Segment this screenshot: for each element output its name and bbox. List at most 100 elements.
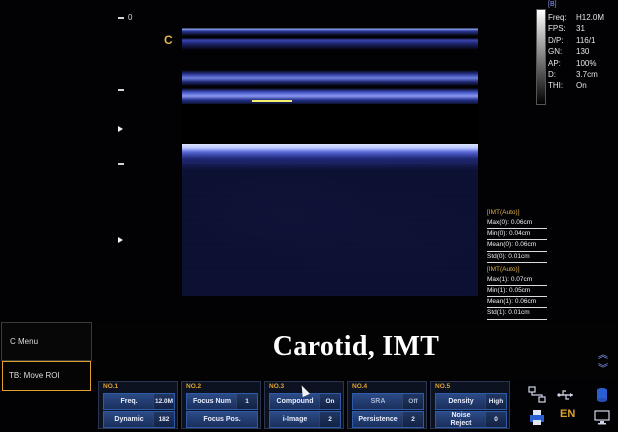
density-control[interactable]: Density High — [435, 393, 507, 410]
exam-title: Carotid, IMT — [272, 331, 440, 362]
focus-marker-icon — [118, 237, 123, 243]
chevron-up-icon[interactable]: ︽ — [598, 346, 608, 361]
param-key: GN: — [548, 47, 563, 57]
ultrasound-screen: 0 C [B] Freq: H12.0M FPS: 31 D/P: 116/1 GN:… — [0, 0, 618, 431]
control-value: 2 — [319, 412, 340, 427]
gray-scale-bar — [536, 9, 546, 105]
network-icon[interactable] — [527, 385, 547, 405]
depth-scale: 0 — [118, 10, 138, 270]
control-value: 1 — [236, 394, 257, 409]
param-value: 31 — [576, 24, 585, 34]
imt-value: Std(0): 0.01cm — [487, 252, 547, 263]
imt-value: Mean(1): 0.06cm — [487, 297, 547, 309]
chevron-down-icon[interactable]: ︾ — [598, 360, 608, 375]
control-value: 2 — [402, 412, 423, 427]
control-label: Dynamic — [114, 416, 144, 423]
panel-number: NO.4 — [352, 383, 368, 390]
imt-group: [IMT(Auto)] Max(0): 0.06cm Min(0): 0.04c… — [487, 208, 547, 263]
control-value: On — [319, 394, 340, 409]
control-label: Compound — [276, 398, 314, 405]
trackball-move-roi-button[interactable]: TB: Move ROI — [2, 361, 91, 391]
imt-group: [IMT(Auto)] Max(1): 0.07cm Min(1): 0.05c… — [487, 265, 547, 320]
orientation-marker: C — [164, 33, 173, 47]
param-key: Freq: — [548, 13, 567, 22]
imt-value: Mean(0): 0.06cm — [487, 240, 547, 252]
far-wall-tissue — [182, 144, 478, 296]
param-value: 3.7cm — [576, 69, 598, 79]
param-row: THI: On — [548, 80, 618, 91]
vessel-lumen — [182, 104, 478, 144]
i-image-control[interactable]: i-Image 2 — [269, 411, 341, 428]
control-value: 0 — [485, 412, 506, 427]
param-row: Freq: H12.0M — [548, 12, 618, 23]
soft-key-panel-4: NO.4 SRA Off Persistence 2 — [347, 381, 427, 429]
disk-icon[interactable] — [592, 385, 612, 405]
near-wall-tissue — [182, 22, 478, 114]
panel-number: NO.1 — [103, 383, 119, 390]
depth-tick — [118, 17, 124, 19]
control-label: SRA — [370, 398, 386, 405]
depth-tick — [118, 163, 124, 165]
trackball-move-roi-label: TB: Move ROI — [9, 371, 60, 380]
imt-value: Max(0): 0.06cm — [487, 218, 547, 230]
param-key: THI: — [548, 81, 564, 91]
imaging-parameters: Freq: H12.0M FPS: 31 D/P: 116/1 GN: 130 AP: 1… — [548, 12, 618, 92]
imt-trace-line — [252, 100, 292, 102]
param-key: D/P: — [548, 35, 564, 45]
param-row: GN: 130 — [548, 46, 618, 57]
c-menu-label: C Menu — [10, 337, 39, 346]
printer-icon[interactable] — [527, 407, 547, 427]
control-label: Focus Num — [192, 398, 232, 405]
param-row: D: 3.7cm — [548, 69, 618, 80]
param-key: FPS: — [548, 24, 566, 34]
focus-marker-icon — [118, 126, 123, 132]
param-row: FPS: 31 — [548, 23, 618, 34]
param-value: On — [576, 81, 587, 91]
ultrasound-image[interactable] — [182, 14, 478, 296]
soft-key-panel-2: NO.2 Focus Num 1 Focus Pos. — [181, 381, 261, 429]
param-row: D/P: 116/1 — [548, 35, 618, 46]
panel-number: NO.5 — [435, 383, 451, 390]
imt-value: Max(1): 0.07cm — [487, 275, 547, 286]
imt-title: [IMT(Auto)] — [487, 265, 520, 273]
persistence-control[interactable]: Persistence 2 — [352, 411, 424, 428]
soft-key-panel-5: NO.5 Density High Noise Reject 0 — [430, 381, 510, 429]
panel-number: NO.2 — [186, 383, 202, 390]
control-label: Freq. — [120, 398, 138, 405]
monitor-icon[interactable] — [592, 407, 612, 427]
c-menu-button[interactable]: C Menu — [1, 322, 92, 361]
control-value: 182 — [153, 412, 174, 427]
control-label: Persistence — [358, 416, 398, 423]
soft-key-panel-1: NO.1 Freq. 12.0M Dynamic 182 — [98, 381, 178, 429]
usb-icon[interactable] — [556, 385, 576, 405]
param-key: D: — [548, 69, 556, 79]
param-key: AP: — [548, 58, 561, 68]
depth-tick — [118, 89, 124, 91]
freq-control[interactable]: Freq. 12.0M — [103, 393, 175, 410]
control-value: Off — [402, 394, 423, 409]
param-value: 130 — [576, 47, 590, 57]
sra-control[interactable]: SRA Off — [352, 393, 424, 410]
control-label: Focus Pos. — [203, 416, 241, 423]
imt-title: [IMT(Auto)] — [487, 209, 520, 216]
control-label: Density — [448, 398, 474, 405]
control-label: i-Image — [282, 416, 308, 423]
imt-value: Std(1): 0.01cm — [487, 308, 547, 320]
imt-value: Min(1): 0.05cm — [487, 286, 547, 298]
focus-num-control[interactable]: Focus Num 1 — [186, 393, 258, 410]
depth-zero-label: 0 — [128, 13, 133, 22]
gray-bar-label: [B] — [548, 1, 557, 8]
imt-value: Min(0): 0.04cm — [487, 229, 547, 241]
dynamic-control[interactable]: Dynamic 182 — [103, 411, 175, 428]
title-area: Carotid, IMT — [96, 323, 616, 379]
control-value: High — [485, 394, 506, 409]
focus-pos-control[interactable]: Focus Pos. — [186, 411, 258, 428]
language-indicator[interactable]: EN — [560, 408, 580, 428]
control-value: 12.0M — [153, 394, 174, 409]
param-value: H12.0M — [576, 13, 605, 22]
param-row: AP: 100% — [548, 58, 618, 69]
imt-measurements: [IMT(Auto)] Max(0): 0.06cm Min(0): 0.04c… — [487, 208, 547, 322]
panel-number: NO.3 — [269, 383, 285, 390]
control-label: Noise Reject — [450, 412, 472, 427]
noise-reject-control[interactable]: Noise Reject 0 — [435, 411, 507, 428]
